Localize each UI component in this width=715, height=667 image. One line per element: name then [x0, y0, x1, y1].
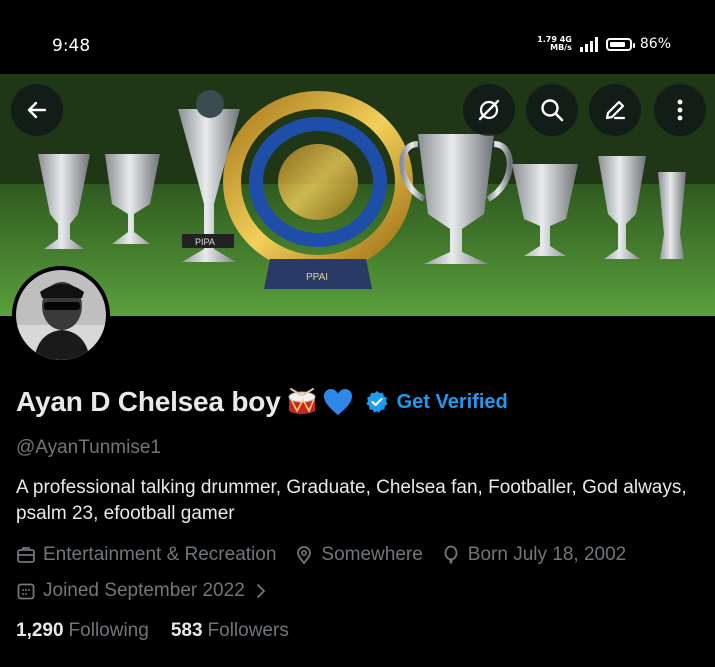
profile-born: Born July 18, 2002: [467, 544, 627, 565]
edit-icon: [605, 100, 626, 120]
joined-row[interactable]: Joined September 2022: [16, 580, 292, 602]
profile-banner[interactable]: PIPA PPAI: [0, 74, 715, 316]
following-label: Following: [68, 620, 149, 641]
location-item: Somewhere: [294, 544, 423, 566]
followers-count: 583: [170, 620, 203, 641]
balloon-icon: [444, 545, 458, 564]
profile-bio: A professional talking drummer, Graduate…: [16, 477, 687, 524]
plaque-text: PIPA: [195, 237, 215, 247]
more-button[interactable]: [654, 84, 706, 136]
battery-percent: 86%: [639, 36, 671, 52]
verified-badge-icon: [365, 391, 388, 413]
network-speed: 1.79 4G MB/s: [537, 36, 572, 52]
back-button[interactable]: [11, 84, 63, 136]
profile-category: Entertainment & Recreation: [43, 544, 277, 565]
follow-stats: 1,290 Following 583 Followers: [16, 620, 289, 642]
category-item: Entertainment & Recreation: [16, 544, 276, 566]
battery-fill: [609, 41, 625, 47]
location-pin-icon: [297, 546, 312, 565]
drum-icon: [288, 388, 316, 414]
briefcase-icon: [17, 547, 35, 563]
following-count: 1,290: [16, 620, 64, 641]
grok-icon: [478, 99, 500, 121]
edit-button[interactable]: [589, 84, 641, 136]
search-button[interactable]: [526, 84, 578, 136]
battery-icon: [605, 37, 635, 51]
chevron-right-icon: [256, 584, 265, 598]
followers-label: Followers: [207, 620, 289, 641]
followers-link[interactable]: 583 Followers: [171, 620, 289, 642]
status-indicators: 1.79 4G MB/s 86%: [537, 36, 671, 53]
status-bar: 9:48 1.79 4G MB/s 86%: [0, 0, 715, 74]
get-verified-link[interactable]: Get Verified: [397, 391, 508, 414]
more-vertical-icon: [677, 99, 683, 121]
arrow-left-icon: [27, 101, 47, 119]
calendar-icon: [17, 583, 35, 600]
blue-heart-icon: [323, 389, 352, 415]
avatar[interactable]: [12, 266, 110, 364]
search-icon: [541, 99, 564, 122]
following-link[interactable]: 1,290 Following: [16, 620, 149, 642]
profile-joined: Joined September 2022: [43, 580, 245, 601]
grok-button[interactable]: [463, 84, 515, 136]
avatar-image: [16, 270, 106, 360]
profile-location: Somewhere: [321, 544, 423, 565]
profile-meta-row: Entertainment & Recreation Somewhere Bor…: [16, 544, 644, 566]
status-time: 9:48: [52, 36, 91, 56]
center-trophy-text: PPAI: [306, 272, 328, 283]
birthday-item: Born July 18, 2002: [441, 544, 626, 566]
profile-name-row: Ayan D Chelsea boy Get Verified: [16, 386, 508, 418]
profile-handle: @AyanTunmise1: [16, 437, 161, 458]
signal-icon: [579, 36, 598, 52]
net-speed-unit: MB/s: [550, 43, 572, 52]
joined-item[interactable]: Joined September 2022: [16, 580, 274, 602]
profile-name: Ayan D Chelsea boy: [16, 386, 281, 417]
